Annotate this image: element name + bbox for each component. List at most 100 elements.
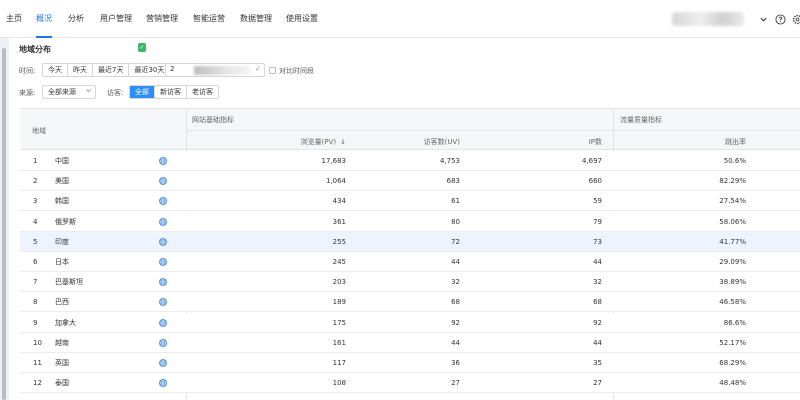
table-row[interactable]: 2 美国 1,064 683 660 82.29%: [20, 171, 800, 192]
visitor-option-new[interactable]: 新访客: [155, 86, 187, 98]
table-row[interactable]: 5 印度 255 72 73 41.77%: [20, 231, 800, 252]
row-pv: 255: [332, 237, 346, 246]
header-group-quality: 流量质量指标: [620, 116, 662, 124]
left-scrollbar[interactable]: [0, 38, 9, 400]
row-bounce: 38.89%: [719, 278, 746, 287]
globe-icon[interactable]: [159, 258, 167, 266]
chevron-down-icon[interactable]: [757, 13, 769, 25]
time-option-last7[interactable]: 最近7天: [93, 64, 130, 76]
globe-icon[interactable]: [159, 338, 167, 347]
table-row[interactable]: 6 日本 245 44 44 29.09%: [20, 252, 800, 273]
time-filter-label: 时间:: [19, 67, 36, 75]
row-region: 加拿大: [55, 318, 76, 327]
globe-icon[interactable]: [159, 278, 167, 287]
table-row[interactable]: 4 俄罗斯 361 80 79 58.06%: [20, 211, 800, 232]
nav-item-analysis[interactable]: 分析: [68, 0, 84, 38]
help-circle-icon[interactable]: [774, 13, 786, 25]
compare-checkbox[interactable]: [269, 67, 276, 74]
header-bounce[interactable]: 跳出率: [690, 137, 746, 147]
chevron-down-icon: ✓: [255, 65, 261, 73]
nav-item-data-management[interactable]: 数据管理: [240, 0, 272, 38]
row-region: 韩国: [55, 197, 69, 206]
row-ip: 32: [593, 278, 602, 287]
row-rank: 11: [33, 359, 42, 367]
table-row[interactable]: 12 泰国 108 27 27 48.48%: [20, 373, 800, 394]
time-range-segmented: 今天 昨天 最近7天 最近30天: [42, 63, 171, 77]
row-region: 巴西: [55, 298, 69, 307]
row-region: 越南: [55, 338, 69, 347]
row-pv: 189: [332, 298, 346, 307]
visitor-filter-label: 访客:: [107, 89, 124, 97]
row-rank: 1: [33, 157, 38, 165]
source-select[interactable]: 全部来源: [42, 85, 96, 99]
settings-icon[interactable]: [791, 13, 800, 25]
row-uv: 27: [451, 379, 460, 388]
time-option-today[interactable]: 今天: [43, 64, 68, 76]
date-range-value: 2: [170, 65, 175, 73]
header-uv[interactable]: 访客数(UV): [380, 137, 460, 147]
user-account-blurred[interactable]: [672, 12, 744, 26]
row-bounce: 58.06%: [719, 217, 746, 226]
row-pv: 117: [332, 359, 346, 367]
table-row[interactable]: 8 巴西 189 68 68 46.58%: [20, 292, 800, 313]
top-navigation: 主页 概况 分析 用户管理 营销管理 智能运营 数据管理 使用设置: [0, 0, 800, 38]
region-table: 地域 网站基础指标 流量质量指标 浏览量(PV) ↓ 访客数(UV) IP数 跳出…: [20, 108, 800, 400]
row-ip: 59: [593, 197, 602, 206]
row-pv: 1,064: [325, 177, 346, 186]
globe-icon[interactable]: [159, 177, 167, 186]
visitor-option-all[interactable]: 全部: [130, 86, 155, 98]
section-title: 地域分布: [19, 45, 51, 54]
row-region: 俄罗斯: [55, 217, 76, 226]
table-header: 地域 网站基础指标 流量质量指标 浏览量(PV) ↓ 访客数(UV) IP数 跳出…: [20, 109, 800, 150]
source-filter-label: 来源:: [19, 89, 36, 97]
sort-down-icon[interactable]: ↓: [340, 138, 346, 146]
table-row[interactable]: 1 中国 17,683 4,753 4,697 50.6%: [20, 151, 800, 172]
time-option-yesterday[interactable]: 昨天: [68, 64, 93, 76]
header-pv-label: 浏览量(PV): [300, 138, 337, 146]
table-row[interactable]: 9 加拿大 175 92 92 86.6%: [20, 312, 800, 333]
nav-item-marketing[interactable]: 营销管理: [146, 0, 178, 38]
left-scrollbar-thumb[interactable]: [2, 48, 6, 400]
row-region: 巴基斯坦: [55, 278, 83, 287]
row-uv: 683: [446, 177, 460, 186]
table-row[interactable]: 3 韩国 434 61 59 27.54%: [20, 191, 800, 212]
row-bounce: 27.54%: [719, 197, 746, 206]
nav-item-user-management[interactable]: 用户管理: [100, 0, 132, 38]
table-row[interactable]: 7 巴基斯坦 203 32 32 38.89%: [20, 272, 800, 293]
row-ip: 79: [593, 217, 602, 226]
row-bounce: 46.58%: [719, 298, 746, 307]
globe-icon[interactable]: [159, 197, 167, 206]
row-uv: 61: [451, 197, 460, 206]
globe-icon[interactable]: [159, 157, 167, 165]
row-region: 美国: [55, 177, 69, 186]
nav-item-smart-ops[interactable]: 智能运营: [193, 0, 225, 38]
row-pv: 361: [332, 217, 346, 226]
visitor-segmented: 全部 新访客 老访客: [129, 85, 219, 99]
table-row[interactable]: 11 英国 117 36 35 68.29%: [20, 353, 800, 374]
nav-item-settings[interactable]: 使用设置: [286, 0, 318, 38]
globe-icon[interactable]: [159, 217, 167, 226]
row-ip: 4,697: [581, 157, 602, 165]
nav-item-overview[interactable]: 概况: [36, 0, 52, 38]
header-ip[interactable]: IP数: [550, 137, 602, 147]
globe-icon[interactable]: [159, 237, 167, 246]
row-bounce: 48.48%: [719, 379, 746, 388]
visitor-option-returning[interactable]: 老访客: [187, 86, 218, 98]
row-bounce: 86.6%: [723, 318, 746, 327]
row-uv: 44: [451, 338, 460, 347]
date-range-input[interactable]: 2 ✓: [165, 63, 265, 77]
source-select-value: 全部来源: [48, 88, 76, 96]
chevron-down-icon: [85, 87, 92, 96]
globe-icon[interactable]: [159, 318, 167, 327]
globe-icon[interactable]: [159, 379, 167, 388]
time-option-last30[interactable]: 最近30天: [129, 64, 169, 76]
header-pv[interactable]: 浏览量(PV) ↓: [260, 137, 346, 147]
check-badge-icon[interactable]: ✓: [138, 43, 146, 52]
globe-icon[interactable]: [159, 298, 167, 307]
table-row[interactable]: 10 越南 161 44 44 52.17%: [20, 332, 800, 353]
globe-icon[interactable]: [159, 359, 167, 367]
row-rank: 3: [33, 197, 38, 206]
row-rank: 10: [33, 338, 42, 347]
nav-item-home[interactable]: 主页: [6, 0, 22, 38]
row-pv: 434: [332, 197, 346, 206]
